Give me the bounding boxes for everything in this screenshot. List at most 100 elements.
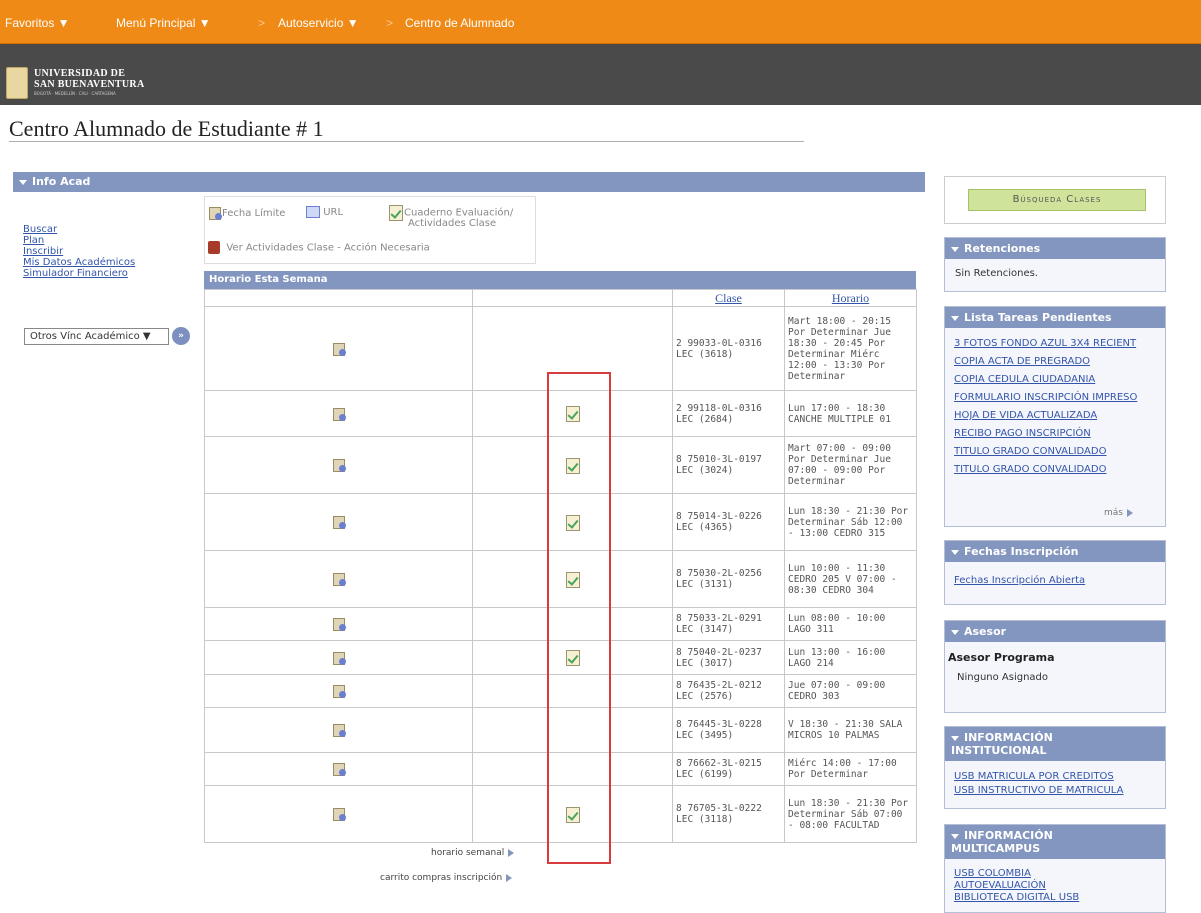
menu-autoservicio[interactable]: Autoservicio ▼	[278, 16, 359, 30]
collapse-triangle-icon	[19, 179, 27, 185]
class-cell: 8 76435-2L-0212 LEC (2576)	[672, 674, 785, 708]
highlight-box	[547, 372, 611, 864]
link-mis-datos-academicos[interactable]: Mis Datos Académicos	[23, 257, 135, 268]
col-blank	[204, 289, 473, 307]
info-multicampus-header[interactable]: INFORMACIÓN MULTICAMPUS	[945, 825, 1165, 859]
class-cell: 8 75014-3L-0226 LEC (4365)	[672, 493, 785, 551]
col-blank	[472, 289, 673, 307]
class-cell: 2 99118-0L-0316 LEC (2684)	[672, 390, 785, 437]
calendar-icon[interactable]	[332, 617, 346, 631]
fechas-inscripcion-link[interactable]: Fechas Inscripción Abierta	[945, 572, 1165, 590]
checklist-icon	[388, 204, 404, 221]
calendar-icon[interactable]	[332, 762, 346, 776]
busqueda-clases-button[interactable]: Búsqueda Clases	[968, 189, 1146, 211]
list-item[interactable]: RECIBO PAGO INSCRIPCIÓN	[945, 425, 1165, 443]
link-plan[interactable]: Plan	[23, 235, 135, 246]
list-item[interactable]: FORMULARIO INSCRIPCIÓN IMPRESO	[945, 389, 1165, 407]
logo-line-1: UNIVERSIDAD DE	[34, 68, 126, 79]
legend-cuaderno-line2: Actividades Clase	[408, 218, 497, 229]
collapse-triangle-icon	[951, 246, 959, 252]
link-buscar[interactable]: Buscar	[23, 224, 135, 235]
schedule-cell: Mart 18:00 - 20:15 Por Determinar Jue 18…	[784, 306, 917, 391]
class-cell: 8 75040-2L-0237 LEC (3017)	[672, 640, 785, 675]
asesor-subtitle: Asesor Programa	[948, 651, 1055, 664]
otros-vinculos-select[interactable]: Otros Vínc Académico ▼	[24, 328, 169, 345]
list-item[interactable]: USB MATRICULA POR CREDITOS	[945, 770, 1165, 784]
retenciones-header[interactable]: Retenciones	[945, 238, 1165, 259]
schedule-cell: Lun 17:00 - 18:30 CANCHE MULTIPLE 01	[784, 390, 917, 437]
calendar-icon[interactable]	[332, 651, 346, 665]
collapse-triangle-icon	[951, 629, 959, 635]
collapse-triangle-icon	[951, 833, 959, 839]
class-cell: 8 76705-3L-0222 LEC (3118)	[672, 785, 785, 843]
link-simulador-financiero[interactable]: Simulador Financiero	[23, 268, 135, 279]
calendar-icon[interactable]	[332, 572, 346, 586]
schedule-cell: Jue 07:00 - 09:00 CEDRO 303	[784, 674, 917, 708]
fechas-box: Fechas Inscripción Fechas Inscripción Ab…	[944, 540, 1166, 605]
col-clase-header[interactable]: Clase	[672, 289, 785, 307]
fechas-header[interactable]: Fechas Inscripción	[945, 541, 1165, 562]
list-item[interactable]: COPIA CEDULA CIUDADANIA	[945, 371, 1165, 389]
mas-link[interactable]: más	[1104, 508, 1133, 518]
calendar-icon[interactable]	[332, 723, 346, 737]
university-logo: UNIVERSIDAD DE SAN BUENAVENTURA BOGOTÁ ·…	[6, 67, 166, 101]
menu-favoritos[interactable]: Favoritos ▼	[5, 16, 70, 30]
go-button[interactable]: »	[172, 327, 190, 345]
calendar-icon[interactable]	[332, 684, 346, 698]
list-item[interactable]: USB INSTRUCTIVO DE MATRICULA	[945, 784, 1165, 798]
tareas-header[interactable]: Lista Tareas Pendientes	[945, 307, 1165, 328]
page-title: Centro Alumnado de Estudiante # 1	[9, 116, 324, 141]
list-item[interactable]: HOJA DE VIDA ACTUALIZADA	[945, 407, 1165, 425]
icon-legend: Fecha Límite URL Cuaderno Evaluación/ Ac…	[204, 196, 536, 264]
top-navigation-bar: Favoritos ▼ Menú Principal ▼ > Autoservi…	[0, 0, 1201, 44]
asesor-box: Asesor Asesor Programa Ninguno Asignado	[944, 620, 1166, 713]
calendar-icon[interactable]	[332, 807, 346, 821]
schedule-cell: Lun 13:00 - 16:00 LAGO 214	[784, 640, 917, 675]
info-institucional-header[interactable]: INFORMACIÓN INSTITUCIONAL	[945, 727, 1165, 761]
info-acad-header[interactable]: Info Acad	[13, 172, 925, 192]
calendar-icon[interactable]	[332, 515, 346, 529]
breadcrumb-centro-alumnado[interactable]: Centro de Alumnado	[405, 16, 514, 30]
asesor-header[interactable]: Asesor	[945, 621, 1165, 642]
menu-principal[interactable]: Menú Principal ▼	[116, 16, 211, 30]
list-item[interactable]: AUTOEVALUACIÓN	[945, 880, 1165, 892]
legend-url: URL	[306, 206, 343, 218]
title-divider	[9, 141, 804, 142]
horario-semanal-link[interactable]: horario semanal	[431, 848, 515, 858]
collapse-triangle-icon	[951, 315, 959, 321]
calendar-icon[interactable]	[332, 458, 346, 472]
retenciones-box: Retenciones Sin Retenciones.	[944, 237, 1166, 292]
list-item[interactable]: TITULO GRADO CONVALIDADO	[945, 461, 1165, 479]
carrito-compras-link[interactable]: carrito compras inscripción	[380, 873, 513, 883]
info-acad-links: Buscar Plan Inscribir Mis Datos Académic…	[23, 224, 135, 279]
list-item[interactable]: TITULO GRADO CONVALIDADO	[945, 443, 1165, 461]
tareas-box: Lista Tareas Pendientes 3 FOTOS FONDO AZ…	[944, 306, 1166, 527]
schedule-cell: Lun 18:30 - 21:30 Por Determinar Sáb 12:…	[784, 493, 917, 551]
info-multicampus-box: INFORMACIÓN MULTICAMPUS USB COLOMBIA AUTO…	[944, 824, 1166, 913]
list-item[interactable]: BIBLIOTECA DIGITAL USB	[945, 892, 1165, 904]
class-cell: 8 75033-2L-0291 LEC (3147)	[672, 607, 785, 641]
link-inscribir[interactable]: Inscribir	[23, 246, 135, 257]
asesor-text: Ninguno Asignado	[957, 672, 1049, 683]
calendar-icon[interactable]	[332, 342, 346, 356]
schedule-cell: Lun 18:30 - 21:30 Por Determinar Sáb 07:…	[784, 785, 917, 843]
arrow-right-icon	[1126, 508, 1133, 517]
tareas-list: 3 FOTOS FONDO AZUL 3X4 RECIENT COPIA ACT…	[945, 328, 1165, 479]
schedule-cell: Lun 10:00 - 11:30 CEDRO 205 V 07:00 - 08…	[784, 550, 917, 608]
class-cell: 8 76445-3L-0228 LEC (3495)	[672, 707, 785, 753]
class-cell: 8 75010-3L-0197 LEC (3024)	[672, 436, 785, 494]
list-item[interactable]: 3 FOTOS FONDO AZUL 3X4 RECIENT	[945, 335, 1165, 353]
list-item[interactable]: USB COLOMBIA	[945, 868, 1165, 880]
legend-fecha-limite: Fecha Límite	[208, 206, 285, 220]
crest-icon	[6, 67, 28, 99]
url-icon	[306, 206, 320, 218]
list-item[interactable]: COPIA ACTA DE PREGRADO	[945, 353, 1165, 371]
schedule-cell: Miérc 14:00 - 17:00 Por Determinar	[784, 752, 917, 786]
schedule-header: Horario Esta Semana	[204, 271, 916, 289]
col-horario-header[interactable]: Horario	[784, 289, 917, 307]
logo-line-3: BOGOTÁ · MEDELLÍN · CALI · CARTAGENA	[34, 91, 116, 96]
logo-line-2: SAN BUENAVENTURA	[34, 79, 145, 90]
retenciones-text: Sin Retenciones.	[955, 268, 1038, 279]
calendar-icon[interactable]	[332, 407, 346, 421]
info-acad-title: Info Acad	[32, 175, 91, 188]
